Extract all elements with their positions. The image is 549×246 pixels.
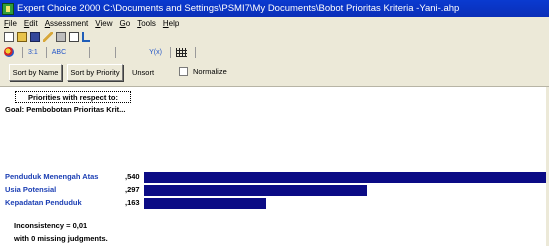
priorities-pane: Priorities with respect to: Goal: Pembob… [0, 87, 549, 246]
criterion-label[interactable]: Usia Potensial [5, 185, 56, 194]
menu-help[interactable]: Help [163, 19, 179, 28]
edit-pencil-icon[interactable] [43, 32, 53, 42]
window-title: Expert Choice 2000 C:\Documents and Sett… [17, 3, 460, 14]
goal-label: Goal: Pembobotan Prioritas Krit... [5, 105, 126, 114]
priority-value: ,297 [125, 185, 140, 194]
graphical-comparison-icon[interactable] [69, 48, 81, 57]
toolbar-separator [45, 46, 47, 58]
toolbar-separator [194, 46, 196, 58]
sort-by-name-button[interactable]: Sort by Name [9, 64, 62, 81]
open-folder-icon[interactable] [17, 32, 27, 42]
menu-assessment[interactable]: Assessment [45, 19, 89, 28]
priority-bar [144, 185, 367, 196]
grid-icon[interactable] [175, 47, 187, 57]
priority-row[interactable]: Penduduk Menengah Atas ,540 [0, 171, 549, 184]
unsort-button[interactable]: Unsort [128, 64, 158, 81]
criterion-label[interactable]: Penduduk Menengah Atas [5, 172, 98, 181]
priority-row[interactable]: Kepadatan Penduduk ,163 [0, 197, 549, 210]
assessment-toolbar: 3:1 ABC Y(x) [0, 44, 549, 60]
menu-file[interactable]: File [4, 19, 17, 28]
criterion-label[interactable]: Kepadatan Penduduk [5, 198, 82, 207]
toolbar-separator [89, 46, 91, 58]
color-palette-icon[interactable] [4, 47, 14, 57]
standard-toolbar [0, 30, 549, 44]
priority-bar [144, 198, 266, 209]
normalize-checkbox[interactable] [179, 67, 188, 76]
print-preview-icon[interactable] [69, 32, 79, 42]
title-bar: Expert Choice 2000 C:\Documents and Sett… [0, 0, 549, 17]
formula-button[interactable]: Y(x) [149, 49, 162, 56]
priority-value: ,163 [125, 198, 140, 207]
save-icon[interactable] [30, 32, 40, 42]
menu-go[interactable]: Go [120, 19, 131, 28]
toolbar-separator [22, 46, 23, 58]
missing-judgments: with 0 missing judgments. [14, 234, 108, 243]
new-file-icon[interactable] [4, 32, 14, 42]
priorities-bars-icon[interactable] [95, 48, 107, 57]
app-icon [2, 2, 14, 15]
print-icon[interactable] [56, 32, 66, 42]
menu-view[interactable]: View [95, 19, 112, 28]
priority-bar [144, 172, 549, 183]
priorities-header: Priorities with respect to: [15, 91, 131, 103]
normalize-label: Normalize [193, 67, 227, 76]
menu-bar: File Edit Assessment View Go Tools Help [0, 17, 549, 30]
numerical-comparison-button[interactable]: 3:1 [28, 49, 38, 56]
priority-row[interactable]: Usia Potensial ,297 [0, 184, 549, 197]
toolbar-separator [169, 46, 171, 58]
toolbar-separator [115, 46, 117, 58]
priority-value: ,540 [125, 172, 140, 181]
menu-edit[interactable]: Edit [24, 19, 38, 28]
model-tree-icon[interactable] [82, 32, 90, 42]
menu-tools[interactable]: Tools [137, 19, 156, 28]
sort-button-row: Sort by Name Sort by Priority Unsort Nor… [0, 60, 549, 87]
verbal-comparison-button[interactable]: ABC [52, 49, 66, 56]
inconsistency-ratio: Inconsistency = 0,01 [14, 221, 88, 230]
sort-by-priority-button[interactable]: Sort by Priority [67, 64, 123, 81]
